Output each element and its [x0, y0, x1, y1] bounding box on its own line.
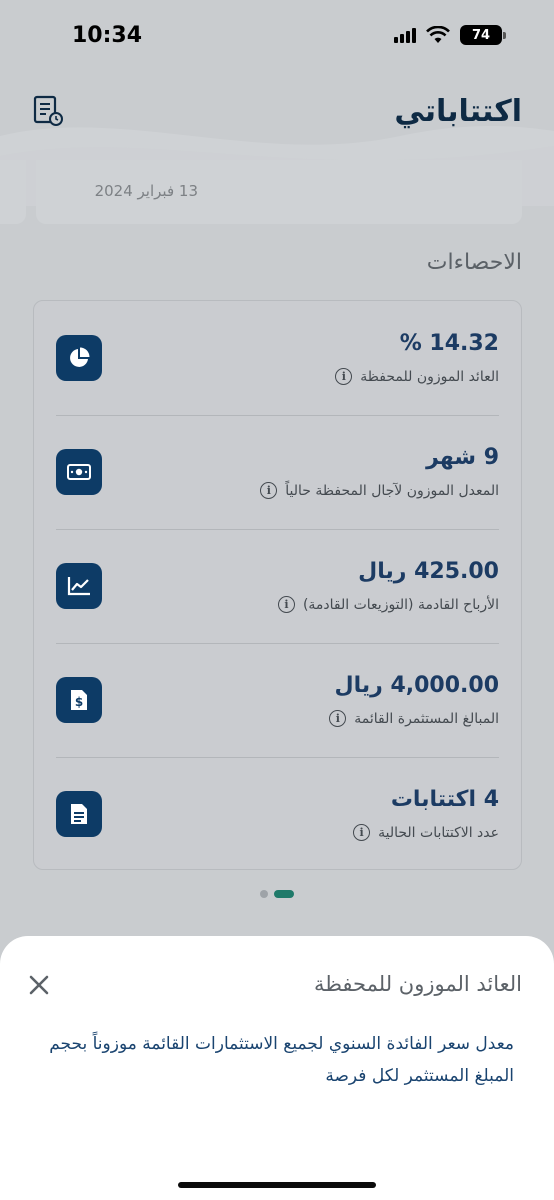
info-icon[interactable]: i [260, 482, 278, 499]
info-bottom-sheet: العائد الموزون للمحفظة معدل سعر الفائدة … [0, 936, 554, 1200]
sheet-description: معدل سعر الفائدة السنوي لجميع الاستثمارا… [49, 1034, 514, 1086]
info-icon[interactable]: i [329, 710, 347, 727]
cellular-signal-icon [394, 27, 416, 43]
stat-value: 425.00 ريال [358, 559, 499, 584]
stat-row-upcoming-profits: 425.00 ريال الأرباح القادمة (التوزيعات ا… [56, 529, 499, 644]
stat-label: المبالغ المستثمرة القائمة [354, 710, 499, 727]
info-icon[interactable]: i [277, 596, 295, 613]
stat-label: العائد الموزون للمحفظة [360, 368, 499, 385]
stat-value: 9 شهر [426, 445, 499, 470]
document-history-icon[interactable] [32, 94, 66, 128]
stat-row-weighted-return: 14.32 % العائد الموزون للمحفظة i [56, 301, 499, 416]
status-time: 10:34 [72, 22, 143, 48]
status-bar: 10:34 74 [0, 0, 554, 76]
pie-chart-icon [56, 335, 102, 381]
stat-label: الأرباح القادمة (التوزيعات القادمة) [302, 596, 499, 613]
home-indicator [178, 1182, 376, 1188]
stat-row-weighted-tenor: 9 شهر المعدل الموزون لآجال المحفظة حاليا… [56, 415, 499, 530]
subscription-date: 13 فبراير 2024 [94, 182, 198, 200]
battery-level: 74 [460, 25, 502, 45]
stat-label: عدد الاكتتابات الحالية [378, 824, 499, 841]
stat-value: 4 اكتتابات [390, 787, 499, 812]
wifi-icon [426, 26, 450, 43]
stat-label: المعدل الموزون لآجال المحفظة حالياً [285, 482, 499, 499]
page-title: اكتتاباتي [394, 93, 522, 129]
stat-row-invested-amounts: $ 4,000.00 ريال المبالغ المستثمرة القائم… [56, 643, 499, 758]
stat-row-subscriptions-count: 4 اكتتابات عدد الاكتتابات الحالية i [56, 757, 499, 871]
battery-icon: 74 [460, 25, 506, 45]
document-icon [56, 791, 102, 837]
stats-section-title: الاحصاءات [426, 250, 522, 275]
line-chart-icon [56, 563, 102, 609]
dollar-document-icon: $ [56, 677, 102, 723]
page-indicator[interactable] [260, 890, 294, 898]
status-icons: 74 [394, 25, 506, 45]
close-icon[interactable] [28, 974, 50, 996]
svg-text:$: $ [75, 695, 83, 709]
stats-card: 14.32 % العائد الموزون للمحفظة i 9 شهر ا… [33, 300, 522, 870]
stat-value: 14.32 % [399, 331, 499, 356]
page-dot-active[interactable] [274, 890, 294, 898]
sheet-title: العائد الموزون للمحفظة [313, 972, 522, 996]
page-dot[interactable] [260, 890, 268, 898]
previous-card-edge [0, 160, 26, 224]
app-header: اكتتاباتي [0, 76, 554, 146]
stat-value: 4,000.00 ريال [334, 673, 500, 698]
info-icon[interactable]: i [335, 368, 353, 385]
money-bill-icon [56, 449, 102, 495]
info-icon[interactable]: i [353, 824, 371, 841]
